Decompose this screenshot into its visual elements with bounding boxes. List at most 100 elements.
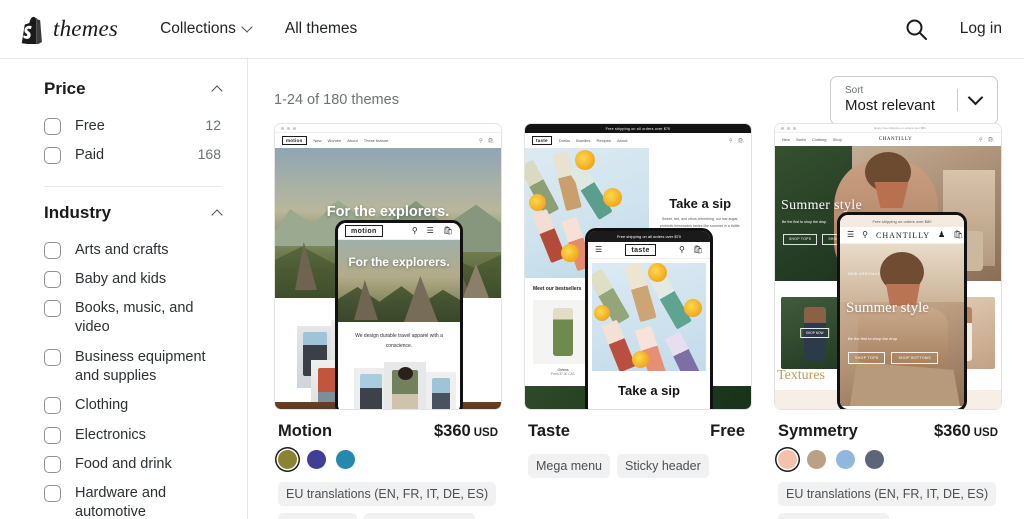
phone-nav: ☰ taste ⚲ 🛍	[588, 242, 710, 259]
preview-nav-item: These feature	[363, 138, 389, 143]
theme-price: Free	[710, 422, 748, 441]
theme-swatches	[278, 450, 498, 469]
theme-card-taste[interactable]: Free shipping on all orders over $70 tas…	[524, 123, 752, 519]
checkbox-hardware-automotive[interactable]	[44, 485, 61, 503]
theme-name: Motion	[278, 422, 333, 440]
login-link[interactable]: Log in	[960, 20, 1002, 38]
checkbox-arts-and-crafts[interactable]	[44, 241, 61, 259]
result-count: 1-24 of 180 themes	[274, 92, 399, 108]
preview-nav-items: New Women About These feature	[314, 138, 389, 143]
cart-icon: 🛍	[442, 226, 453, 235]
facet-option-electronics[interactable]: Electronics	[44, 421, 221, 450]
phone-hero-title: Take a sip	[618, 383, 680, 398]
preview-phone-mockup-motion: motion ⚲ ☰ 🛍 For the explorers. We desig…	[335, 220, 463, 409]
nav-item-collections-label: Collections	[160, 20, 236, 37]
facet-option-label: Food and drink	[75, 455, 172, 472]
sort-dropdown[interactable]: Sort Most relevant	[830, 75, 998, 125]
facet-option-label: Hardware and automotive	[75, 485, 167, 519]
theme-price-amount: $360	[434, 422, 471, 440]
preview-phone-mockup-symmetry: Free shipping on orders over $80 ☰ ⚲ CHA…	[837, 212, 967, 409]
search-icon: ⚲	[678, 245, 685, 254]
facet-option-books-music-video[interactable]: Books, music, and video	[44, 294, 221, 343]
theme-name: Taste	[528, 422, 570, 440]
theme-preview-symmetry[interactable]: Enjoy free shipping on orders over $80 N…	[774, 123, 1002, 410]
color-swatch[interactable]	[836, 450, 855, 469]
checkbox-books-music-video[interactable]	[44, 300, 61, 318]
theme-preview-taste[interactable]: Free shipping on all orders over $70 tas…	[524, 123, 752, 410]
checkbox-electronics[interactable]	[44, 426, 61, 444]
theme-tag: Countdown timer	[364, 513, 475, 519]
cart-icon: 🛍	[487, 137, 494, 144]
preview-nav-item: About	[617, 138, 628, 143]
theme-tag: Age verifier	[278, 513, 358, 519]
color-swatch[interactable]	[807, 450, 826, 469]
facet-option-hardware-automotive[interactable]: Hardware and automotive	[44, 479, 221, 519]
preview-announcement-bar: Free shipping on all orders over $70	[525, 124, 751, 133]
phone-logo: taste	[625, 244, 656, 256]
results-toolbar: 1-24 of 180 themes Sort Most relevant	[248, 59, 1024, 125]
facet-option-baby-and-kids[interactable]: Baby and kids	[44, 265, 221, 294]
preview-nav-item: New	[782, 137, 791, 142]
preview-nav-item: Shop	[832, 137, 842, 142]
preview-hero-sub: Be the first to shop the drop	[782, 220, 827, 224]
facet-header-industry[interactable]: Industry	[44, 201, 223, 225]
theme-card-symmetry[interactable]: Enjoy free shipping on orders over $80 N…	[774, 123, 1002, 519]
preview-nav-item: Swim	[796, 137, 806, 142]
theme-tags: Mega menu Sticky header	[528, 454, 748, 478]
brand-logo[interactable]: themes	[18, 15, 118, 44]
color-swatch[interactable]	[778, 450, 797, 469]
header-actions: Log in	[904, 17, 1002, 41]
preview-hero-button: SHOP TOPS	[783, 234, 818, 245]
theme-tag: Sticky header	[617, 454, 709, 478]
menu-icon: ☰	[595, 245, 603, 254]
facet-option-arts-and-crafts[interactable]: Arts and crafts	[44, 236, 221, 265]
sort-text: Sort Most relevant	[845, 85, 935, 116]
browser-dot	[781, 126, 784, 130]
checkbox-free[interactable]	[44, 118, 61, 135]
preview-nav-items: Drinks Bundles Recipes About	[559, 138, 628, 143]
browser-dot	[287, 126, 290, 130]
color-swatch[interactable]	[278, 450, 297, 469]
nav-item-all-themes[interactable]: All themes	[285, 20, 357, 38]
preview-logo: motion	[282, 135, 307, 146]
facet-option-paid[interactable]: Paid 168	[44, 141, 221, 170]
search-icon: ⚲	[411, 226, 418, 235]
checkbox-clothing[interactable]	[44, 397, 61, 415]
checkbox-food-and-drink[interactable]	[44, 455, 61, 473]
preview-nav-item: About	[347, 138, 358, 143]
cart-icon: 🛍	[987, 136, 994, 143]
facet-option-label: Business equipment and supplies	[75, 348, 206, 384]
checkbox-paid[interactable]	[44, 147, 61, 165]
facet-option-business-equipment[interactable]: Business equipment and supplies	[44, 343, 221, 392]
theme-price: $360 USD	[934, 422, 998, 441]
preview-nav-icons: ⚲ 🛍	[979, 137, 994, 143]
theme-card-motion[interactable]: motion New Women About These feature ⚲ 🛍	[274, 123, 502, 519]
facet-divider	[44, 185, 221, 187]
theme-tag: Countdown timer	[778, 513, 889, 519]
theme-price-currency: USD	[973, 427, 998, 439]
preview-nav-items: New Swim Clothing Shop	[782, 137, 842, 142]
facet-option-label: Arts and crafts	[75, 241, 169, 258]
theme-preview-motion[interactable]: motion New Women About These feature ⚲ 🛍	[274, 123, 502, 410]
preview-nav-item: Recipes	[596, 138, 611, 143]
preview-hero-title: For the explorers.	[326, 204, 450, 220]
phone-hero-title: For the explorers.	[348, 255, 450, 269]
facet-option-free[interactable]: Free 12	[44, 112, 221, 141]
facet-header-price[interactable]: Price	[44, 77, 223, 101]
checkbox-business-equipment[interactable]	[44, 348, 61, 366]
facet-option-food-and-drink[interactable]: Food and drink	[44, 450, 221, 479]
color-swatch[interactable]	[865, 450, 884, 469]
theme-title-row: Motion $360 USD	[278, 422, 498, 441]
facet-option-clothing[interactable]: Clothing	[44, 391, 221, 420]
browser-chrome	[275, 124, 501, 133]
facet-option-free-label: Free	[75, 118, 105, 134]
nav-item-collections[interactable]: Collections	[160, 20, 253, 38]
preview-announcement: Enjoy free shipping on orders over $80	[874, 126, 926, 130]
search-icon[interactable]	[904, 17, 928, 41]
color-swatch[interactable]	[307, 450, 326, 469]
theme-meta-motion: Motion $360 USD EU translations (EN, FR, …	[274, 410, 502, 519]
phone-body-copy: We design durable travel apparel with a …	[355, 333, 443, 349]
search-icon: ⚲	[478, 137, 483, 144]
color-swatch[interactable]	[336, 450, 355, 469]
checkbox-baby-and-kids[interactable]	[44, 270, 61, 288]
